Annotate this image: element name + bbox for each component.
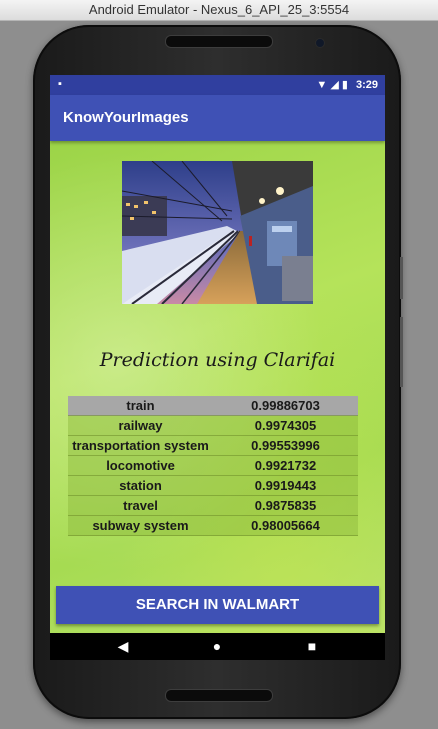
recent-apps-icon[interactable]: ■ xyxy=(292,633,332,660)
sd-card-icon: ▪ xyxy=(58,78,62,90)
label-cell: transportation system xyxy=(72,438,209,453)
train-station-photo xyxy=(122,161,313,304)
label-cell: subway system xyxy=(92,518,189,533)
emulator-window-title: Android Emulator - Nexus_6_API_25_3:5554 xyxy=(0,0,438,21)
battery-icon: ▮ xyxy=(341,79,348,91)
table-row: travel 0.9875835 xyxy=(68,496,358,516)
table-row: transportation system 0.99553996 xyxy=(68,436,358,456)
score-cell: 0.9974305 xyxy=(254,418,317,433)
label-cell: railway xyxy=(118,418,163,433)
table-row: train 0.99886703 xyxy=(68,396,358,416)
wifi-icon: ▼ xyxy=(316,79,328,91)
table-row: locomotive 0.9921732 xyxy=(68,456,358,476)
prediction-table: train 0.99886703 railway 0.9974305 trans… xyxy=(68,396,358,536)
score-cell: 0.99553996 xyxy=(251,438,320,453)
score-cell: 0.9875835 xyxy=(254,498,317,513)
back-icon[interactable]: ◀ xyxy=(103,633,143,660)
signal-icon: ◢ xyxy=(330,79,339,91)
search-walmart-button[interactable]: SEARCH IN WALMART xyxy=(56,586,379,624)
phone-frame: ▪ ▼ ◢ ▮ 3:29 KnowYourImages Prediction u… xyxy=(33,25,403,719)
main-content: Prediction using Clarifai train 0.998867… xyxy=(50,141,385,633)
label-cell: station xyxy=(119,478,162,493)
label-cell: train xyxy=(126,398,155,413)
table-row: railway 0.9974305 xyxy=(68,416,358,436)
label-cell: travel xyxy=(123,498,158,513)
score-cell: 0.9919443 xyxy=(254,478,317,493)
volume-button[interactable] xyxy=(400,317,403,387)
top-speaker xyxy=(165,35,273,48)
navigation-bar: ◀ ● ■ xyxy=(50,633,385,660)
app-bar: KnowYourImages xyxy=(50,95,385,141)
prediction-heading: Prediction using Clarifai xyxy=(99,349,336,371)
table-row: subway system 0.98005664 xyxy=(68,516,358,536)
score-cell: 0.9921732 xyxy=(254,458,317,473)
front-camera xyxy=(315,38,325,48)
status-time: 3:29 xyxy=(355,79,378,91)
power-button[interactable] xyxy=(400,257,403,299)
device-screen: ▪ ▼ ◢ ▮ 3:29 KnowYourImages Prediction u… xyxy=(50,75,385,660)
home-icon[interactable]: ● xyxy=(197,633,237,660)
label-cell: locomotive xyxy=(106,458,175,473)
score-cell: 0.99886703 xyxy=(251,398,320,413)
status-bar: ▪ ▼ ◢ ▮ 3:29 xyxy=(50,75,385,95)
app-title: KnowYourImages xyxy=(63,109,189,126)
status-icons: ▼ ◢ ▮ 3:29 xyxy=(316,78,378,91)
table-row: station 0.9919443 xyxy=(68,476,358,496)
bottom-speaker xyxy=(165,689,273,702)
score-cell: 0.98005664 xyxy=(251,518,320,533)
